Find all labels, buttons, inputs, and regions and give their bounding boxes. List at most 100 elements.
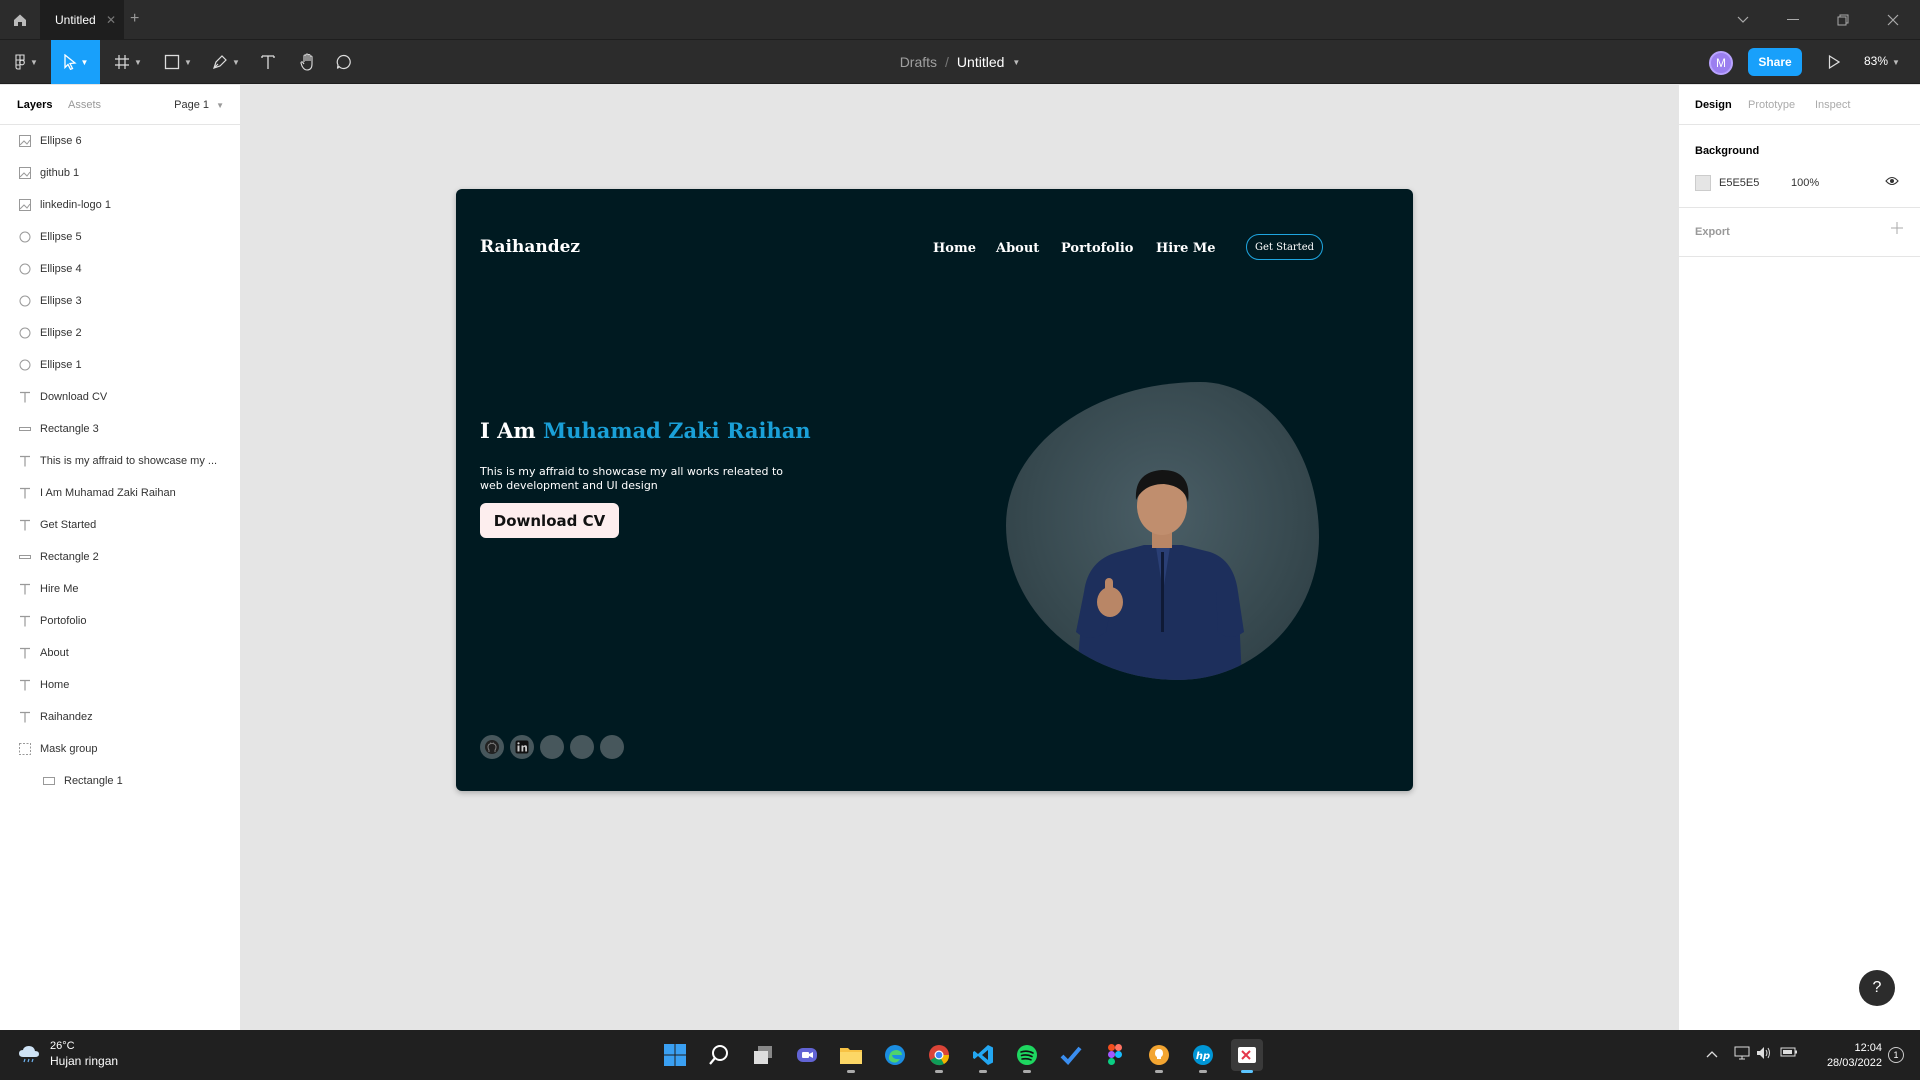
avatar[interactable]: M [1709, 51, 1733, 75]
layer-row[interactable]: Raihandez [0, 701, 240, 733]
hero-description[interactable]: This is my affraid to showcase my all wo… [480, 465, 790, 493]
minimize-icon[interactable] [1768, 0, 1818, 40]
layer-row[interactable]: Ellipse 2 [0, 317, 240, 349]
snipping-tool-icon[interactable] [1231, 1039, 1263, 1073]
nav-home[interactable]: Home [933, 241, 976, 256]
layer-row[interactable]: linkedin-logo 1 [0, 189, 240, 221]
layer-row[interactable]: Get Started [0, 509, 240, 541]
layer-row[interactable]: Ellipse 6 [0, 125, 240, 157]
layer-row[interactable]: Download CV [0, 381, 240, 413]
page-selector[interactable]: Page 1 ▼ [174, 99, 224, 111]
pen-tool-button[interactable]: ▼ [206, 40, 246, 84]
eye-icon[interactable] [1885, 176, 1899, 189]
tab-layers[interactable]: Layers [17, 99, 52, 111]
layer-row[interactable]: Rectangle 2 [0, 541, 240, 573]
layer-row[interactable]: I Am Muhamad Zaki Raihan [0, 477, 240, 509]
figma-logo-icon [15, 54, 25, 70]
canvas[interactable]: Raihandez Home About Portofolio Hire Me … [241, 85, 1678, 1030]
layer-name: Ellipse 2 [40, 327, 82, 339]
battery-icon[interactable] [1780, 1046, 1798, 1061]
share-button[interactable]: Share [1748, 48, 1802, 76]
restore-icon[interactable] [1818, 0, 1868, 40]
tab-assets[interactable]: Assets [68, 99, 101, 111]
clock[interactable]: 12:04 28/03/2022 [1810, 1041, 1882, 1071]
background-color-swatch[interactable] [1695, 175, 1711, 191]
chevron-down-icon[interactable]: ▼ [1012, 58, 1020, 67]
brand-logo-text[interactable]: Raihandez [480, 237, 580, 257]
linkedin-icon[interactable] [510, 735, 534, 759]
todo-check-icon[interactable] [1055, 1039, 1087, 1071]
layer-row[interactable]: Ellipse 1 [0, 349, 240, 381]
background-opacity[interactable]: 100% [1791, 177, 1819, 189]
file-explorer-icon[interactable] [835, 1039, 867, 1073]
tab-design[interactable]: Design [1695, 99, 1732, 111]
hero-title[interactable]: I Am Muhamad Zaki Raihan [480, 418, 811, 443]
volume-icon[interactable] [1756, 1046, 1772, 1063]
text-icon [18, 486, 32, 500]
layer-row[interactable]: Rectangle 1 [0, 765, 240, 797]
layer-row[interactable]: Home [0, 669, 240, 701]
vscode-icon[interactable] [967, 1039, 999, 1073]
file-title[interactable]: Untitled [957, 54, 1004, 70]
layer-row[interactable]: About [0, 637, 240, 669]
tips-bulb-icon[interactable] [1143, 1039, 1175, 1073]
windows-start-icon[interactable] [659, 1039, 691, 1071]
tab-inspect[interactable]: Inspect [1815, 99, 1850, 111]
cursor-icon [63, 54, 77, 70]
task-view-icon[interactable] [747, 1039, 779, 1071]
design-frame[interactable]: Raihandez Home About Portofolio Hire Me … [456, 189, 1413, 791]
close-tab-icon[interactable]: ✕ [106, 13, 116, 27]
chevron-down-icon[interactable] [1718, 0, 1768, 40]
layer-row[interactable]: Mask group [0, 733, 240, 765]
layer-row[interactable]: Ellipse 5 [0, 221, 240, 253]
social-circle-icon[interactable] [600, 735, 624, 759]
social-circle-icon[interactable] [570, 735, 594, 759]
layer-row[interactable]: Ellipse 3 [0, 285, 240, 317]
present-play-icon[interactable] [1824, 52, 1844, 72]
help-button[interactable]: ? [1859, 970, 1895, 1006]
layer-name: Rectangle 1 [64, 775, 123, 787]
notification-badge[interactable]: 1 [1888, 1047, 1904, 1063]
chrome-browser-icon[interactable] [923, 1039, 955, 1073]
background-hex[interactable]: E5E5E5 [1719, 177, 1759, 189]
nav-portofolio[interactable]: Portofolio [1061, 241, 1133, 256]
layer-name: Ellipse 5 [40, 231, 82, 243]
display-icon[interactable] [1734, 1046, 1750, 1063]
home-icon[interactable] [0, 0, 40, 40]
file-tab[interactable]: Untitled ✕ [40, 0, 124, 40]
breadcrumb-drafts[interactable]: Drafts [900, 54, 937, 70]
layer-row[interactable]: This is my affraid to showcase my ... [0, 445, 240, 477]
comment-tool-button[interactable] [328, 40, 360, 84]
download-cv-button[interactable]: Download CV [480, 503, 619, 538]
move-tool-button[interactable]: ▼ [51, 40, 100, 84]
main-menu-button[interactable]: ▼ [8, 40, 44, 84]
tray-overflow-icon[interactable] [1706, 1046, 1718, 1061]
social-circle-icon[interactable] [540, 735, 564, 759]
close-window-icon[interactable] [1868, 0, 1918, 40]
github-icon[interactable] [480, 735, 504, 759]
profile-photo-mask[interactable] [1006, 382, 1319, 680]
layer-row[interactable]: github 1 [0, 157, 240, 189]
nav-hire-me[interactable]: Hire Me [1156, 241, 1216, 256]
nav-about[interactable]: About [996, 241, 1039, 256]
new-tab-icon[interactable]: + [130, 10, 139, 28]
zoom-dropdown[interactable]: 83% ▼ [1864, 54, 1900, 68]
weather-widget[interactable]: 26°C Hujan ringan [18, 1040, 118, 1068]
layer-row[interactable]: Ellipse 4 [0, 253, 240, 285]
get-started-button[interactable]: Get Started [1246, 234, 1323, 260]
add-export-icon[interactable] [1891, 222, 1903, 237]
chat-icon[interactable] [791, 1039, 823, 1071]
text-tool-button[interactable] [252, 40, 284, 84]
hp-app-icon[interactable]: hp [1187, 1039, 1219, 1073]
edge-browser-icon[interactable] [879, 1039, 911, 1071]
layer-row[interactable]: Portofolio [0, 605, 240, 637]
tab-prototype[interactable]: Prototype [1748, 99, 1795, 111]
layer-row[interactable]: Hire Me [0, 573, 240, 605]
search-icon[interactable] [703, 1039, 735, 1071]
shape-tool-button[interactable]: ▼ [158, 40, 198, 84]
spotify-icon[interactable] [1011, 1039, 1043, 1073]
hand-tool-button[interactable] [292, 40, 324, 84]
figma-app-icon[interactable] [1099, 1039, 1131, 1071]
layer-row[interactable]: Rectangle 3 [0, 413, 240, 445]
frame-tool-button[interactable]: ▼ [108, 40, 148, 84]
